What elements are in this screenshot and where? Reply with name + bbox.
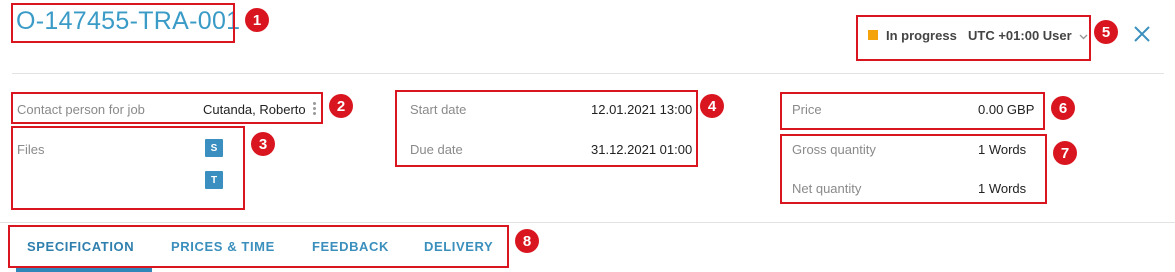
target-file-icon[interactable]: T [205, 171, 223, 189]
annotation-badge-7: 7 [1053, 141, 1077, 165]
price-label: Price [792, 102, 822, 117]
close-icon[interactable] [1132, 24, 1152, 44]
timezone-dropdown[interactable]: UTC +01:00 User [968, 28, 1088, 43]
due-date-label: Due date [410, 142, 463, 157]
contact-label: Contact person for job [17, 102, 145, 117]
annotation-badge-8: 8 [515, 229, 539, 253]
net-quantity-value: 1 Words [978, 181, 1027, 196]
header-divider [12, 73, 1164, 74]
due-date-value: 31.12.2021 01:00 [591, 142, 693, 157]
start-date-value: 12.01.2021 13:00 [591, 102, 693, 117]
annotation-badge-3: 3 [251, 132, 275, 156]
tab-feedback[interactable]: FEEDBACK [312, 239, 389, 254]
tabs-divider [0, 222, 1175, 223]
annotation-badge-1: 1 [245, 8, 269, 32]
tab-specification[interactable]: SPECIFICATION [27, 239, 134, 254]
chevron-down-icon [1079, 34, 1088, 40]
contact-more-icon[interactable] [313, 102, 317, 118]
annotation-box-1 [11, 3, 235, 43]
price-value: 0.00 GBP [978, 102, 1035, 117]
annotation-badge-4: 4 [700, 94, 724, 118]
timezone-label: UTC +01:00 User [968, 28, 1072, 43]
start-date-label: Start date [410, 102, 467, 117]
tab-prices-time[interactable]: PRICES & TIME [171, 239, 275, 254]
active-tab-indicator [16, 268, 152, 272]
status-indicator-icon [868, 30, 878, 40]
files-label: Files [17, 142, 45, 157]
annotation-badge-5: 5 [1094, 20, 1118, 44]
source-file-icon[interactable]: S [205, 139, 223, 157]
annotation-badge-2: 2 [329, 94, 353, 118]
annotation-badge-6: 6 [1051, 96, 1075, 120]
contact-value[interactable]: Cutanda, Roberto [203, 102, 306, 117]
tab-delivery[interactable]: DELIVERY [424, 239, 493, 254]
gross-quantity-label: Gross quantity [792, 142, 876, 157]
gross-quantity-value: 1 Words [978, 142, 1027, 157]
status-label: In progress [886, 28, 957, 43]
net-quantity-label: Net quantity [792, 181, 862, 196]
